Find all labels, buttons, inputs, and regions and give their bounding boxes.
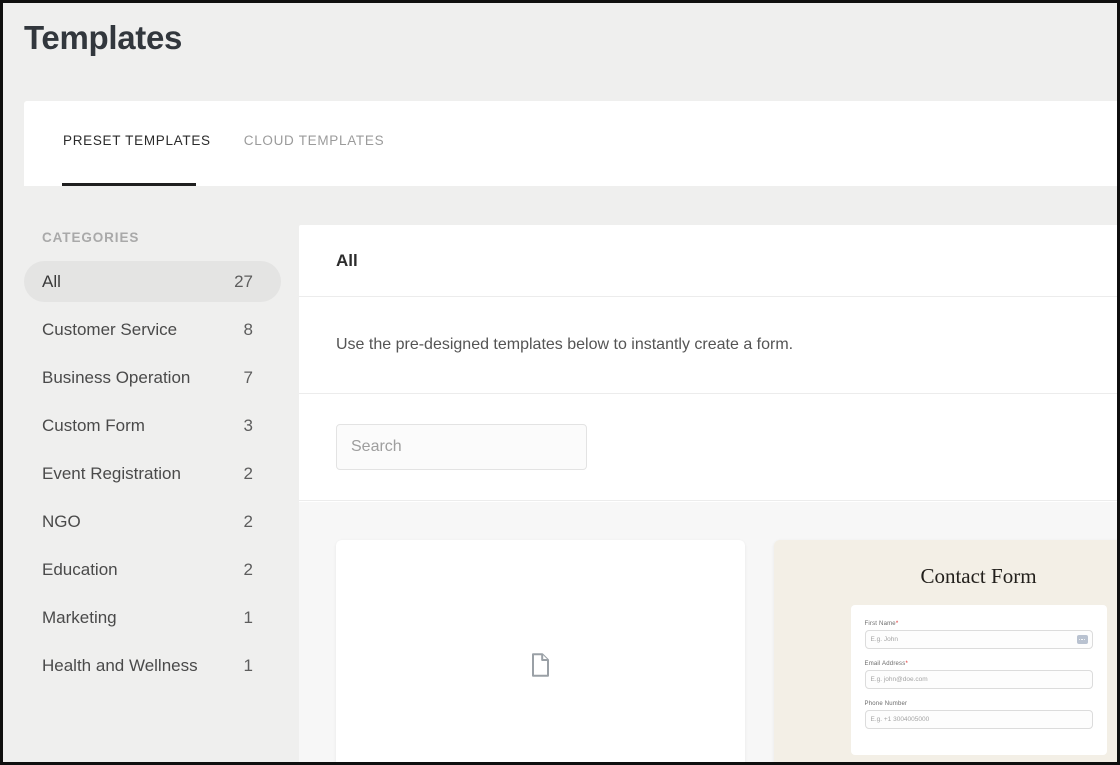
required-marker: * — [905, 661, 908, 667]
template-card-contact-form[interactable]: Contact Form First Name* E.g. John Em — [774, 540, 1117, 762]
sidebar-item-ngo[interactable]: NGO 2 — [24, 501, 281, 542]
preview-field-input[interactable]: E.g. john@doe.com — [865, 670, 1093, 689]
sidebar-item-business-operation[interactable]: Business Operation 7 — [24, 357, 281, 398]
keyboard-icon — [1077, 635, 1088, 644]
sidebar-item-education[interactable]: Education 2 — [24, 549, 281, 590]
sidebar-item-count: 2 — [244, 512, 253, 532]
sidebar-item-count: 2 — [244, 464, 253, 484]
preview-field-phone-number: Phone Number E.g. +1 3004005000 — [865, 701, 1093, 729]
sidebar-item-count: 3 — [244, 416, 253, 436]
sidebar-item-all[interactable]: All 27 — [24, 261, 281, 302]
sidebar-item-customer-service[interactable]: Customer Service 8 — [24, 309, 281, 350]
sidebar-item-label: Health and Wellness — [42, 656, 198, 676]
sidebar-item-label: Customer Service — [42, 320, 177, 340]
main-panel: All Use the pre-designed templates below… — [299, 225, 1117, 762]
categories-heading: CATEGORIES — [42, 230, 139, 245]
main-header: All — [299, 225, 1117, 297]
sidebar-item-custom-form[interactable]: Custom Form 3 — [24, 405, 281, 446]
categories-sidebar: CATEGORIES All 27 Customer Service 8 Bus… — [3, 189, 299, 762]
sidebar-item-count: 1 — [244, 608, 253, 628]
preview-field-email-address: Email Address* E.g. john@doe.com — [865, 661, 1093, 689]
main-description: Use the pre-designed templates below to … — [299, 297, 1117, 394]
sidebar-item-label: Custom Form — [42, 416, 145, 436]
page-title: Templates — [24, 19, 182, 57]
sidebar-item-label: Education — [42, 560, 118, 580]
sidebar-item-label: NGO — [42, 512, 81, 532]
document-icon — [531, 653, 550, 677]
preview-field-placeholder: E.g. John — [871, 636, 898, 643]
tab-bar: PRESET TEMPLATES CLOUD TEMPLATES — [24, 101, 1117, 186]
sidebar-item-count: 7 — [244, 368, 253, 388]
templates-row: Contact Form First Name* E.g. John Em — [336, 540, 1117, 762]
preview-field-label: Email Address* — [865, 661, 1093, 667]
preview-field-placeholder: E.g. john@doe.com — [871, 676, 928, 683]
sidebar-item-health-and-wellness[interactable]: Health and Wellness 1 — [24, 645, 281, 686]
categories-list: All 27 Customer Service 8 Business Opera… — [24, 261, 281, 693]
body-region: CATEGORIES All 27 Customer Service 8 Bus… — [3, 189, 1117, 762]
preview-field-label: First Name* — [865, 621, 1093, 627]
sidebar-item-count: 2 — [244, 560, 253, 580]
tab-list: PRESET TEMPLATES CLOUD TEMPLATES — [63, 133, 417, 148]
sidebar-item-count: 8 — [244, 320, 253, 340]
preview-field-placeholder: E.g. +1 3004005000 — [871, 716, 930, 723]
templates-screen: Templates PRESET TEMPLATES CLOUD TEMPLAT… — [0, 0, 1120, 765]
tab-preset-templates[interactable]: PRESET TEMPLATES — [63, 133, 211, 148]
main-header-title: All — [336, 251, 358, 271]
sidebar-item-marketing[interactable]: Marketing 1 — [24, 597, 281, 638]
required-marker: * — [896, 621, 899, 627]
preview-field-input[interactable]: E.g. +1 3004005000 — [865, 710, 1093, 729]
templates-grid: Contact Form First Name* E.g. John Em — [299, 502, 1117, 762]
search-row — [299, 394, 1117, 501]
sidebar-item-label: All — [42, 272, 61, 292]
preview-sheet: First Name* E.g. John Email Address* E.g… — [851, 605, 1107, 755]
sidebar-item-label: Marketing — [42, 608, 117, 628]
preview-field-first-name: First Name* E.g. John — [865, 621, 1093, 649]
search-input[interactable] — [336, 424, 587, 470]
sidebar-item-event-registration[interactable]: Event Registration 2 — [24, 453, 281, 494]
preview-title: Contact Form — [774, 564, 1117, 589]
preview-field-label: Phone Number — [865, 701, 1093, 707]
active-tab-indicator — [62, 183, 196, 186]
preview-field-input[interactable]: E.g. John — [865, 630, 1093, 649]
template-card-blank[interactable] — [336, 540, 745, 762]
sidebar-item-label: Event Registration — [42, 464, 181, 484]
tab-cloud-templates[interactable]: CLOUD TEMPLATES — [244, 133, 385, 148]
sidebar-item-count: 1 — [244, 656, 253, 676]
sidebar-item-label: Business Operation — [42, 368, 190, 388]
sidebar-item-count: 27 — [234, 272, 253, 292]
